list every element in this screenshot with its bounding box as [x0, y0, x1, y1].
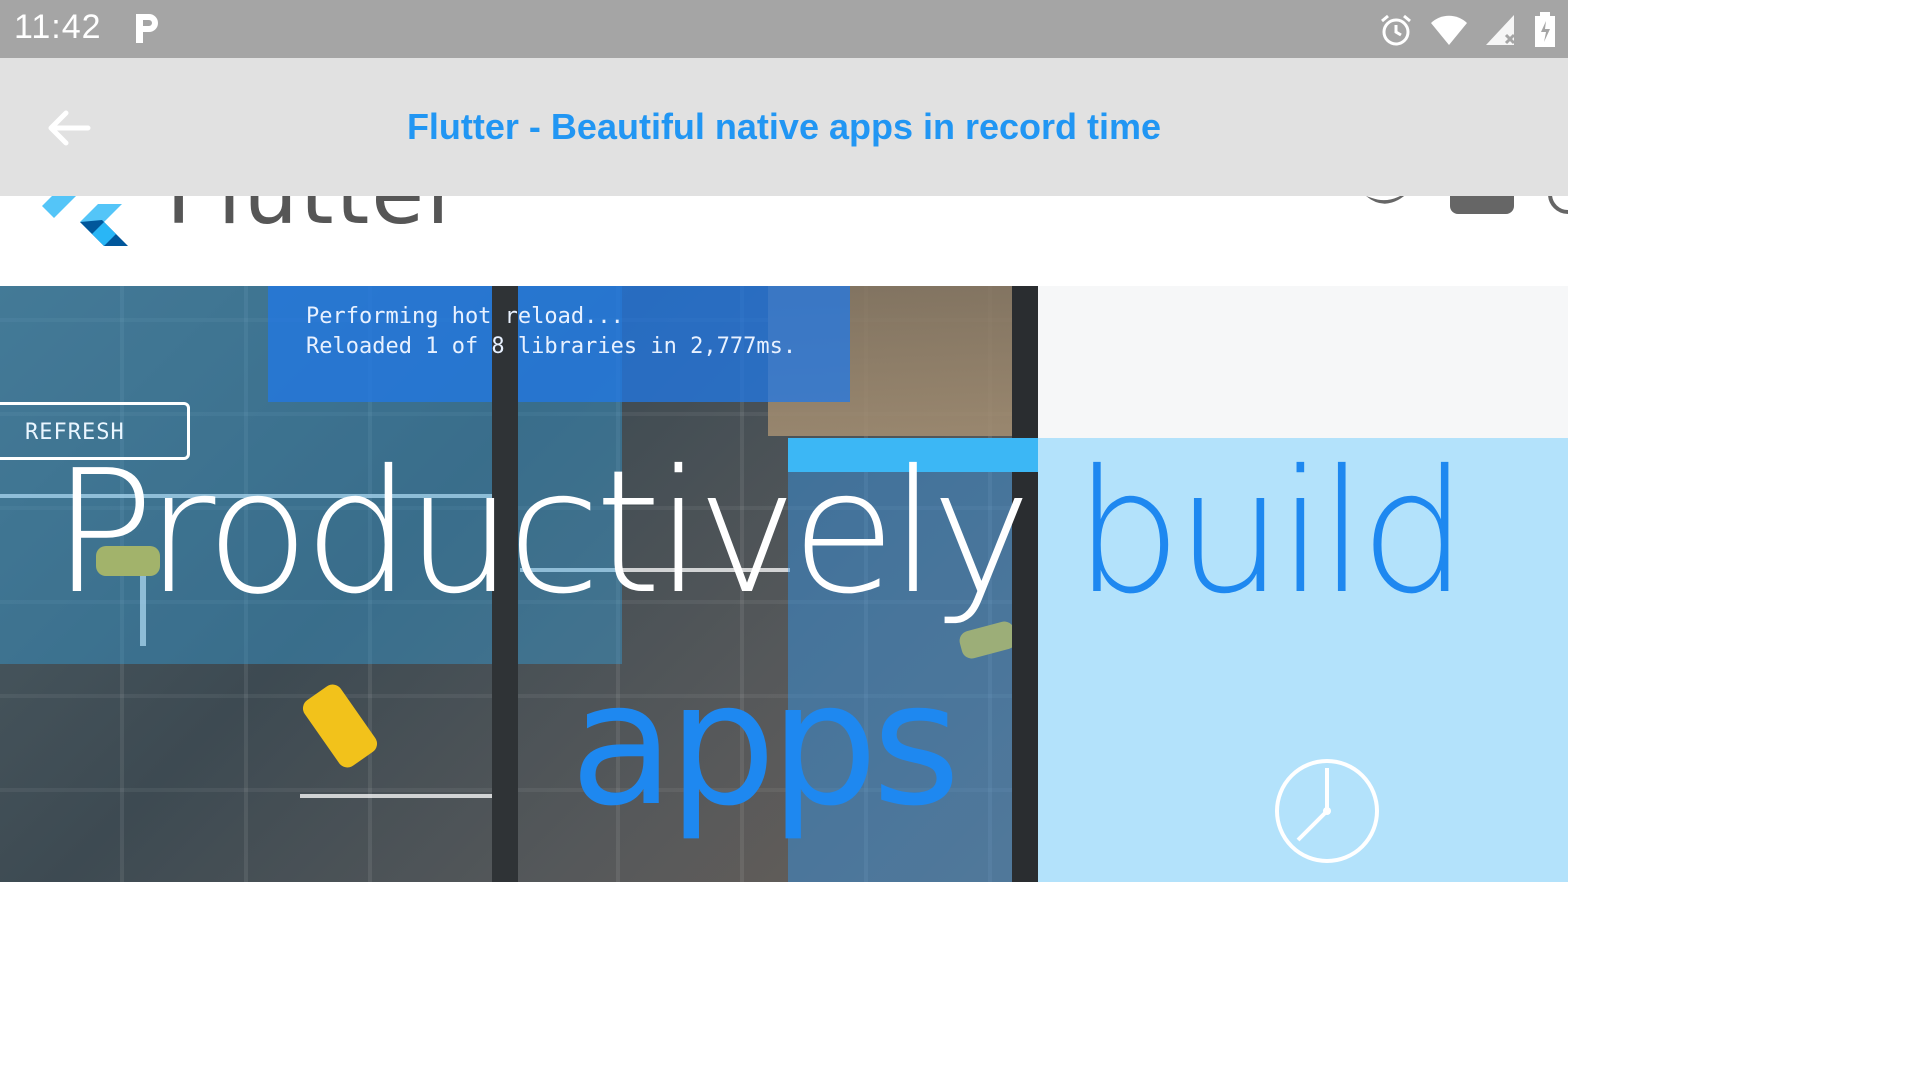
road-marking: [300, 794, 500, 798]
site-logo-text[interactable]: Flutter: [166, 196, 464, 244]
wifi-icon: [1430, 13, 1468, 52]
alarm-icon: [1378, 12, 1414, 53]
flutter-logo-icon[interactable]: [42, 196, 134, 265]
hero-headline: Productively build: [52, 448, 1468, 618]
app-bar: Flutter - Beautiful native apps in recor…: [0, 58, 1568, 196]
hero-section: Performing hot reload... Reloaded 1 of 8…: [0, 286, 1568, 882]
site-header: Flutter: [0, 196, 1568, 287]
page-title: Flutter - Beautiful native apps in recor…: [406, 106, 1162, 147]
console-line-2: Reloaded 1 of 8 libraries in 2,777ms.: [306, 334, 797, 359]
parking-icon: [132, 10, 162, 51]
web-view[interactable]: Flutter Performing h: [0, 196, 1568, 882]
twitter-icon[interactable]: [1364, 196, 1420, 221]
headline-word-apps: apps: [570, 646, 961, 844]
status-bar: 11:42: [0, 0, 1568, 58]
social-links: [1364, 196, 1568, 221]
console-output: Performing hot reload... Reloaded 1 of 8…: [306, 302, 796, 362]
headline-word-productively: Productively: [52, 434, 1032, 632]
signal-icon: [1484, 13, 1518, 52]
battery-icon: [1534, 12, 1556, 53]
headline-word-build: build: [1073, 434, 1468, 632]
clock-icon: [1272, 756, 1382, 871]
taxi-car: [299, 680, 381, 772]
status-time: 11:42: [14, 8, 102, 46]
github-icon[interactable]: [1546, 196, 1568, 221]
youtube-icon[interactable]: [1450, 196, 1516, 221]
console-line-1: Performing hot reload...: [306, 304, 624, 329]
